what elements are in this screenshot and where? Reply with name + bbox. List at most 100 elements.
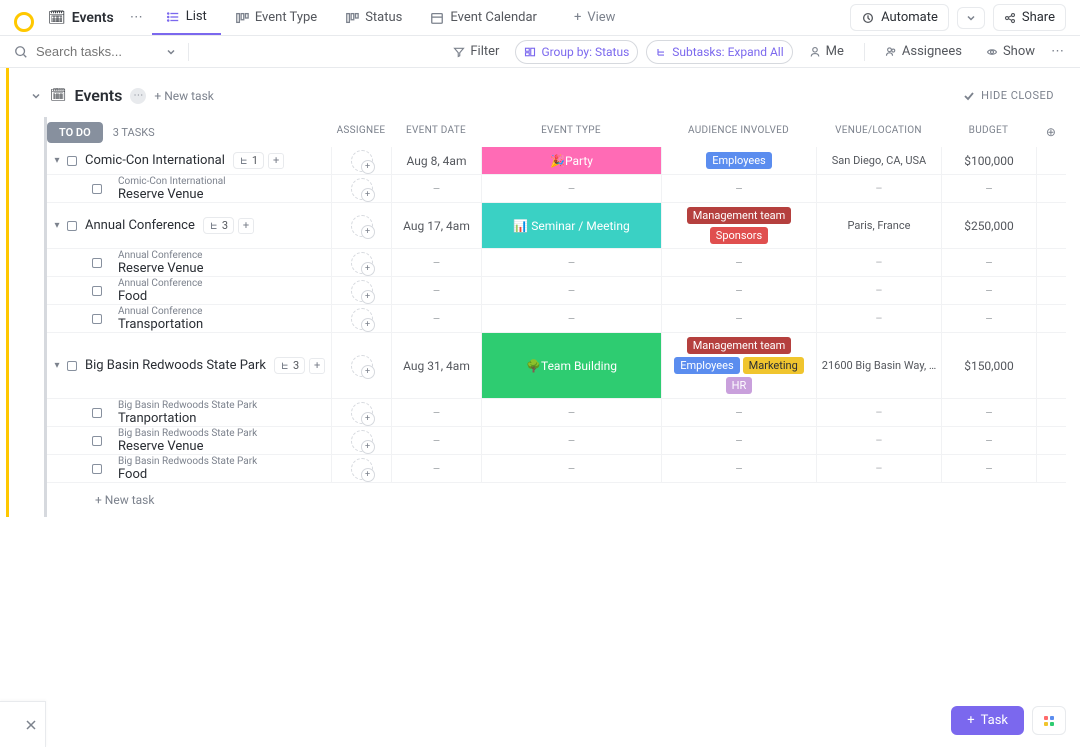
cell-venue[interactable]: – [816,277,941,304]
filter-button[interactable]: Filter [445,40,507,63]
subtask-row[interactable]: Big Basin Redwoods State Park Tranportat… [47,399,1066,427]
cell-audience[interactable]: – [661,305,816,332]
expand-toggle[interactable]: ▾ [47,220,67,231]
cell-venue[interactable]: – [816,399,941,426]
assignee-avatar[interactable] [351,215,373,237]
cell-venue[interactable]: San Diego, CA, USA [816,147,941,174]
subtask-row[interactable]: Comic-Con International Reserve Venue – … [47,175,1066,203]
group-by-button[interactable]: Group by: Status [515,40,638,64]
cell-audience[interactable]: – [661,277,816,304]
more-icon[interactable]: ⋯ [126,10,148,25]
cell-audience[interactable]: Management teamEmployeesMarketingHR [661,333,816,398]
subtask-name[interactable]: Reserve Venue [118,261,204,276]
apps-fab[interactable] [1032,706,1066,735]
cell-assignee[interactable] [331,427,391,454]
cell-assignee[interactable] [331,147,391,174]
subtask-name[interactable]: Food [118,289,203,304]
cell-budget[interactable]: – [941,175,1036,202]
search-input[interactable] [36,44,156,59]
cell-budget[interactable]: $100,000 [941,147,1036,174]
cell-date[interactable]: – [391,277,481,304]
subtask-count-chip[interactable]: 3 [203,217,234,234]
cell-budget[interactable]: – [941,455,1036,482]
cell-audience[interactable]: – [661,175,816,202]
search-dropdown[interactable] [166,47,176,57]
expand-toggle[interactable]: ▾ [47,155,67,166]
cell-audience[interactable]: Employees [661,147,816,174]
add-subtask-button[interactable]: + [309,358,325,374]
more-horizontal-icon[interactable]: ⋯ [1051,44,1066,59]
cell-date[interactable]: – [391,399,481,426]
new-task-fab[interactable]: + Task [951,706,1024,735]
status-checkbox[interactable] [92,258,102,268]
cell-venue[interactable]: – [816,305,941,332]
add-subtask-button[interactable]: + [268,153,284,169]
automate-dropdown[interactable] [957,7,985,29]
status-checkbox[interactable] [92,286,102,296]
assignee-avatar[interactable] [351,252,373,274]
cell-event-type[interactable]: – [481,399,661,426]
audience-tag[interactable]: Sponsors [710,227,768,244]
cell-assignee[interactable] [331,455,391,482]
cell-event-type[interactable]: 🌳Team Building [481,333,661,398]
cell-assignee[interactable] [331,249,391,276]
col-audience[interactable]: AUDIENCE INVOLVED [661,125,816,139]
audience-tag[interactable]: HR [726,377,753,394]
status-pill[interactable]: TO DO [47,122,103,143]
subtask-name[interactable]: Tranportation [118,411,257,426]
col-venue[interactable]: VENUE/LOCATION [816,125,941,139]
cell-audience[interactable]: – [661,427,816,454]
subtask-row[interactable]: Annual Conference Reserve Venue – – – – … [47,249,1066,277]
cell-venue[interactable]: – [816,249,941,276]
tab-status[interactable]: Status [331,0,416,35]
cell-event-type[interactable]: 📊 Seminar / Meeting [481,203,661,248]
new-task-bottom[interactable]: + New task [47,483,1066,517]
subtask-row[interactable]: Big Basin Redwoods State Park Reserve Ve… [47,427,1066,455]
task-name[interactable]: Comic-Con International [85,153,225,168]
cell-event-type[interactable]: – [481,175,661,202]
cell-date[interactable]: – [391,427,481,454]
cell-budget[interactable]: – [941,427,1036,454]
subtask-row[interactable]: Big Basin Redwoods State Park Food – – –… [47,455,1066,483]
cell-date[interactable]: Aug 17, 4am [391,203,481,248]
cell-date[interactable]: Aug 31, 4am [391,333,481,398]
cell-assignee[interactable] [331,399,391,426]
task-name[interactable]: Big Basin Redwoods State Park [85,358,266,373]
status-checkbox[interactable] [67,221,77,231]
task-name[interactable]: Annual Conference [85,218,195,233]
tab-list[interactable]: List [152,0,221,35]
task-row[interactable]: ▾ Comic-Con International 1 + Aug 8, 4am… [47,147,1066,175]
tab-event-calendar[interactable]: Event Calendar [416,0,551,35]
status-checkbox[interactable] [67,361,77,371]
cell-venue[interactable]: – [816,455,941,482]
task-row[interactable]: ▾ Big Basin Redwoods State Park 3 + Aug … [47,333,1066,399]
cell-event-type[interactable]: 🎉Party [481,147,661,174]
assignee-avatar[interactable] [351,150,373,172]
cell-event-type[interactable]: – [481,249,661,276]
collapse-toggle[interactable] [30,90,42,102]
status-checkbox[interactable] [92,314,102,324]
close-panel-button[interactable] [0,701,46,747]
cell-venue[interactable]: – [816,427,941,454]
audience-tag[interactable]: Employees [706,152,771,169]
cell-date[interactable]: – [391,305,481,332]
cell-assignee[interactable] [331,175,391,202]
assignee-avatar[interactable] [351,402,373,424]
assignee-avatar[interactable] [351,430,373,452]
cell-budget[interactable]: – [941,305,1036,332]
assignee-avatar[interactable] [351,308,373,330]
task-row[interactable]: ▾ Annual Conference 3 + Aug 17, 4am 📊 Se… [47,203,1066,249]
cell-audience[interactable]: – [661,455,816,482]
subtask-row[interactable]: Annual Conference Transportation – – – –… [47,305,1066,333]
subtask-count-chip[interactable]: 1 [233,152,264,169]
me-button[interactable]: Me [801,40,852,63]
subtask-count-chip[interactable]: 3 [274,357,305,374]
cell-assignee[interactable] [331,277,391,304]
subtasks-button[interactable]: Subtasks: Expand All [646,40,792,64]
assignee-avatar[interactable] [351,355,373,377]
cell-event-type[interactable]: – [481,455,661,482]
expand-toggle[interactable]: ▾ [47,360,67,371]
cell-audience[interactable]: Management teamSponsors [661,203,816,248]
share-button[interactable]: Share [993,4,1066,31]
cell-date[interactable]: Aug 8, 4am [391,147,481,174]
